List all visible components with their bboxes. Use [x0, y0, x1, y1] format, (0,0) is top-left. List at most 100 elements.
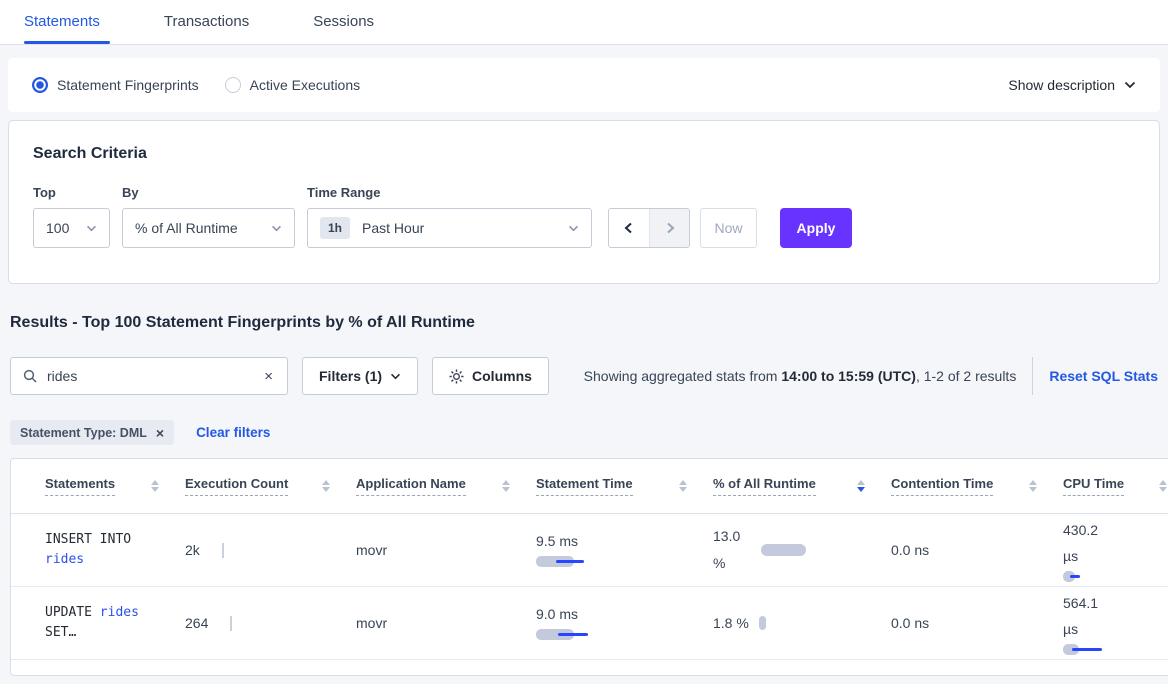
view-mode-card: Statement FingerprintsActive Executions … — [8, 58, 1160, 112]
clear-search-icon[interactable]: × — [262, 368, 275, 385]
cpu-time-cell: 564.1 µs — [1063, 590, 1168, 656]
application-name-cell: movr — [356, 542, 536, 558]
sort-desc-arrow — [1159, 487, 1167, 492]
reset-sql-stats-link[interactable]: Reset SQL Stats — [1049, 368, 1158, 384]
stats-time-range: 14:00 to 15:59 (UTC) — [781, 368, 916, 384]
application-name-cell: movr — [356, 615, 536, 631]
tab-transactions[interactable]: Transactions — [164, 0, 249, 44]
sort-asc-arrow — [1029, 480, 1037, 485]
chevron-down-icon — [390, 373, 401, 380]
radio-option-active-executions[interactable]: Active Executions — [225, 77, 361, 93]
show-description-toggle[interactable]: Show description — [1008, 77, 1136, 93]
statement-line: INSERT INTO — [45, 530, 185, 550]
sort-icon[interactable] — [151, 480, 159, 492]
sort-asc-arrow — [502, 480, 510, 485]
sort-icon[interactable] — [322, 480, 330, 492]
chevron-down-icon — [86, 225, 97, 232]
filter-chip-label: Statement Type: DML — [20, 426, 147, 440]
table-header-row: StatementsExecution CountApplication Nam… — [11, 459, 1168, 514]
tabs-container: Statements Transactions Sessions — [24, 0, 438, 44]
next-time-button[interactable] — [649, 209, 689, 247]
sort-desc-arrow — [679, 487, 687, 492]
chevron-down-icon — [568, 225, 579, 232]
tab-statements[interactable]: Statements — [24, 0, 100, 44]
statement-cell: INSERT INTO rides — [45, 530, 185, 570]
sort-icon[interactable] — [857, 480, 865, 492]
radio-selected-icon — [32, 77, 48, 93]
contention-time-cell: 0.0 ns — [891, 615, 1063, 631]
table-row: UPDATE ridesSET…264movr9.0 ms1.8 %0.0 ns… — [11, 587, 1168, 660]
statement-link[interactable]: rides — [45, 552, 84, 567]
search-box: × — [10, 357, 288, 395]
search-input[interactable] — [47, 368, 262, 384]
column-header-label: Execution Count — [185, 476, 288, 496]
now-button[interactable]: Now — [700, 208, 757, 248]
cell-bar-chart — [1063, 571, 1143, 583]
radio-option-statement-fingerprints[interactable]: Statement Fingerprints — [32, 77, 199, 93]
tab-sessions[interactable]: Sessions — [313, 0, 374, 44]
top-select[interactable]: 100 — [33, 208, 110, 248]
statement-line: SET… — [45, 623, 185, 643]
stats-prefix: Showing aggregated stats from — [584, 368, 782, 384]
column-header-statement-time: Statement Time — [536, 476, 713, 496]
clear-filters-link[interactable]: Clear filters — [196, 425, 270, 440]
sort-icon[interactable] — [1029, 480, 1037, 492]
search-icon — [23, 369, 37, 383]
columns-button[interactable]: Columns — [432, 357, 549, 395]
execution-count-value: 2k — [185, 542, 200, 558]
column-header-execution-count: Execution Count — [185, 476, 356, 496]
by-label: By — [122, 185, 307, 200]
pct-runtime-cell: 1.8 % — [713, 610, 891, 637]
pct-runtime-bar — [761, 544, 806, 556]
time-range-field: Time Range 1h Past Hour — [307, 185, 608, 248]
column-header-label: CPU Time — [1063, 476, 1124, 496]
remove-filter-icon[interactable]: × — [156, 425, 164, 441]
pct-runtime-cell: 13.0 % — [713, 523, 891, 577]
radio-option-label: Active Executions — [250, 77, 361, 93]
tab-bar: Statements Transactions Sessions — [0, 0, 1168, 45]
pct-runtime-bar — [759, 616, 766, 630]
by-field: By % of All Runtime — [122, 185, 307, 248]
sort-asc-arrow — [322, 480, 330, 485]
statements-table: StatementsExecution CountApplication Nam… — [10, 458, 1168, 676]
time-range-label: Time Range — [307, 185, 608, 200]
sort-icon[interactable] — [1159, 480, 1167, 492]
by-select[interactable]: % of All Runtime — [122, 208, 295, 248]
search-criteria-controls: Top 100 By % of All Runtime Time Range 1… — [33, 185, 1135, 248]
statement-link[interactable]: rides — [100, 605, 139, 620]
aggregated-stats-text: Showing aggregated stats from 14:00 to 1… — [584, 368, 1017, 384]
column-header-label: Statements — [45, 476, 115, 496]
time-range-value: Past Hour — [362, 220, 424, 236]
search-criteria-card: Search Criteria Top 100 By % of All Runt… — [8, 120, 1160, 284]
sort-asc-arrow — [151, 480, 159, 485]
statement-text: UPDATE — [45, 605, 100, 620]
execution-count-bar — [222, 543, 224, 558]
sort-desc-arrow — [502, 487, 510, 492]
bar-blue-segment — [1070, 575, 1080, 578]
column-header-of-all-runtime: % of All Runtime — [713, 476, 891, 496]
sort-icon[interactable] — [502, 480, 510, 492]
previous-time-button[interactable] — [609, 209, 649, 247]
columns-button-label: Columns — [472, 368, 532, 384]
by-select-value: % of All Runtime — [135, 220, 238, 236]
cell-bar-chart — [536, 629, 616, 641]
column-header-cpu-time: CPU Time — [1063, 476, 1168, 496]
sort-asc-arrow — [857, 480, 865, 485]
pct-runtime-value: 1.8 % — [713, 610, 749, 637]
filter-chips-row: Statement Type: DML × Clear filters — [10, 420, 1158, 445]
bar-blue-segment — [1072, 648, 1102, 651]
sort-icon[interactable] — [679, 480, 687, 492]
table-body: INSERT INTOrides2kmovr9.5 ms13.0 %0.0 ns… — [11, 514, 1168, 660]
filters-button[interactable]: Filters (1) — [302, 357, 418, 395]
results-heading: Results - Top 100 Statement Fingerprints… — [10, 314, 1158, 332]
filter-chip-statement-type: Statement Type: DML × — [10, 420, 174, 445]
statement-time-cell: 9.5 ms — [536, 533, 713, 568]
table-row: INSERT INTOrides2kmovr9.5 ms13.0 %0.0 ns… — [11, 514, 1168, 587]
show-description-label: Show description — [1008, 77, 1115, 93]
apply-button[interactable]: Apply — [780, 208, 852, 248]
bar-blue-segment — [556, 560, 584, 563]
time-range-select[interactable]: 1h Past Hour — [307, 208, 592, 248]
execution-count-bar — [230, 616, 232, 631]
sort-desc-arrow — [151, 487, 159, 492]
filters-button-label: Filters (1) — [319, 368, 382, 384]
